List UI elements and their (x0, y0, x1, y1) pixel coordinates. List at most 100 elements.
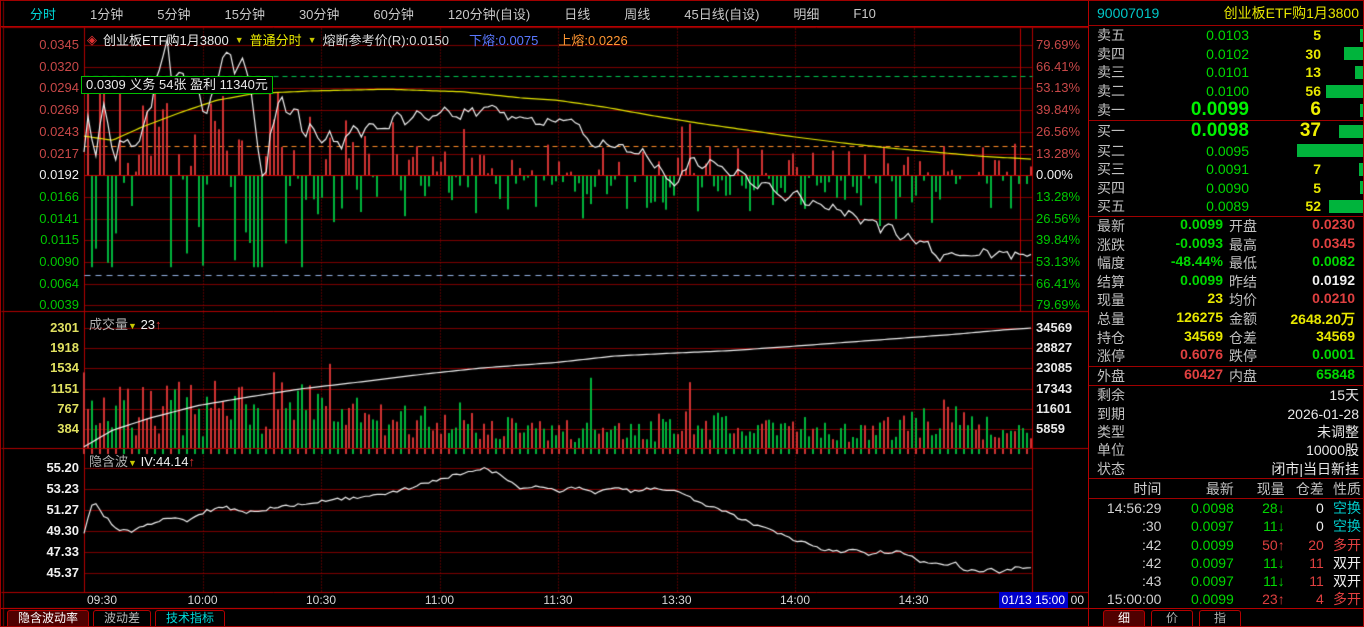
menu-item-1[interactable]: 分时 (13, 4, 73, 23)
symbol-selector[interactable]: 创业板ETF购1月3800 (103, 30, 229, 49)
level-label: 卖一 (1097, 100, 1149, 120)
down-arrow-icon: ↓ (1278, 500, 1285, 516)
stats-value: 0.0230 (1312, 216, 1355, 236)
bid-row[interactable]: 买三0.00917 (1089, 160, 1364, 179)
stats-value: 0.0001 (1312, 346, 1355, 366)
stats-label: 均价 (1229, 290, 1257, 310)
level-label: 买四 (1097, 178, 1149, 198)
stats-row: 现量23均价0.0210 (1089, 291, 1364, 310)
main-left-tick: 0.0217 (1, 148, 79, 160)
bid-row[interactable]: 买一0.009837 (1089, 121, 1364, 141)
main-right-tick: 26.56% (1036, 126, 1080, 138)
indicator-tab-3[interactable]: 技术指标 (155, 610, 225, 627)
main-left-tick: 0.0039 (1, 299, 79, 311)
flow-row: 外盘60427内盘65848 (1089, 367, 1364, 386)
tick-row: 14:56:290.009828↓0空换 (1089, 499, 1364, 517)
ask-row[interactable]: 卖四0.010230 (1089, 45, 1364, 64)
depth-bar (1329, 200, 1364, 213)
main-left-tick: 0.0294 (1, 82, 79, 94)
info-value: 15天 (1329, 385, 1359, 405)
info-value: 10000股 (1306, 440, 1359, 460)
intraday-chart-canvas[interactable] (1, 1, 1088, 627)
tick-volume: 50↑ (1234, 537, 1285, 553)
mode-selector[interactable]: 普通分时 (250, 30, 302, 49)
info-value: 闭市|当日新挂 (1271, 459, 1359, 479)
menu-item-3[interactable]: 5分钟 (140, 4, 207, 23)
flow-label: 内盘 (1229, 366, 1257, 386)
detail-tab-1[interactable]: 细 (1103, 610, 1145, 627)
menu-item-4[interactable]: 15分钟 (207, 4, 281, 23)
main-left-tick: 0.0141 (1, 213, 79, 225)
ask-row[interactable]: 卖一0.00996 (1089, 100, 1364, 120)
tick-price: 0.0099 (1161, 537, 1233, 553)
stats-value: 126275 (1176, 309, 1223, 329)
stats-cell: 最低0.0082 (1229, 253, 1361, 273)
main-left-tick: 0.0243 (1, 126, 79, 138)
menu-item-12[interactable]: F10 (836, 6, 892, 21)
detail-tab-3[interactable]: 指 (1199, 610, 1241, 627)
tick-volume: 28↓ (1234, 500, 1285, 516)
main-right-tick: 0.00% (1036, 169, 1073, 181)
bid-row[interactable]: 买二0.0095100 (1089, 141, 1364, 160)
volume-right-tick: 5859 (1036, 423, 1065, 435)
chart-area: 分时1分钟5分钟15分钟30分钟60分钟120分钟(自设)日线周线45日线(自设… (1, 1, 1088, 627)
stats-label: 总量 (1097, 309, 1125, 329)
main-right-tick: 53.13% (1036, 256, 1080, 268)
volume-right-tick: 34569 (1036, 322, 1072, 334)
info-label: 到期 (1097, 404, 1125, 424)
info-row: 到期2026-01-28 (1089, 404, 1364, 422)
stats-cell: 跌停0.0001 (1229, 346, 1361, 366)
bid-row[interactable]: 买四0.00905 (1089, 179, 1364, 198)
menu-item-11[interactable]: 明细 (776, 4, 836, 23)
chevron-down-icon[interactable]: ▼ (128, 458, 137, 468)
main-right-tick: 26.56% (1036, 213, 1080, 225)
level-price: 0.0101 (1149, 64, 1249, 80)
menu-item-8[interactable]: 日线 (547, 4, 607, 23)
menu-item-6[interactable]: 60分钟 (356, 4, 430, 23)
menu-item-9[interactable]: 周线 (607, 4, 667, 23)
level-quantity: 56 (1249, 83, 1321, 99)
menu-item-2[interactable]: 1分钟 (73, 4, 140, 23)
indicator-tab-2[interactable]: 波动差 (93, 610, 151, 627)
bid-row[interactable]: 买五0.008952 (1089, 197, 1364, 216)
indicator-tab-1[interactable]: 隐含波动率 (7, 610, 89, 627)
tick-price: 0.0098 (1161, 500, 1233, 516)
volume-left-tick: 1918 (1, 342, 79, 354)
depth-bar (1355, 66, 1364, 79)
chevron-down-icon[interactable]: ▼ (235, 35, 244, 45)
detail-tab-2[interactable]: 价 (1151, 610, 1193, 627)
level-label: 买一 (1097, 121, 1149, 141)
menu-item-10[interactable]: 45日线(自设) (667, 4, 776, 23)
ask-row[interactable]: 卖二0.010056 (1089, 82, 1364, 101)
stats-cell: 最新0.0099 (1097, 216, 1229, 236)
main-right-tick: 39.84% (1036, 104, 1080, 116)
stats-label: 金额 (1229, 309, 1257, 329)
tick-volume-value: 11 (1263, 555, 1278, 571)
stats-cell: 仓差34569 (1229, 328, 1361, 348)
ask-row[interactable]: 卖五0.01035 (1089, 26, 1364, 45)
menu-item-5[interactable]: 30分钟 (282, 4, 356, 23)
tick-list: 时间最新现量仓差性质14:56:290.009828↓0空换:300.00971… (1089, 479, 1364, 608)
iv-panel-label[interactable]: 隐含波▼ IV:44.14↑ (89, 451, 195, 470)
indicator-tabs: 隐含波动率波动差技术指标 (1, 608, 1088, 627)
depth-bar (1360, 104, 1364, 117)
iv-left-tick: 49.30 (1, 525, 79, 537)
tick-nature: 多开 (1324, 589, 1364, 609)
time-tick-label: 13:30 (661, 593, 691, 607)
volume-panel-label[interactable]: 成交量▼ 23↑ (89, 314, 162, 333)
stats-cell: 开盘0.0230 (1229, 216, 1361, 236)
up-arrow-icon: ↑ (1278, 591, 1285, 607)
time-tick-label: 10:30 (306, 593, 336, 607)
stats-value: 0.0082 (1312, 253, 1355, 273)
chevron-down-icon[interactable]: ▼ (308, 35, 317, 45)
level-label: 卖四 (1097, 44, 1149, 64)
iv-last-value: IV:44.14 (141, 454, 189, 469)
menu-item-7[interactable]: 120分钟(自设) (431, 4, 547, 23)
info-label: 剩余 (1097, 385, 1125, 405)
ask-row[interactable]: 卖三0.010113 (1089, 63, 1364, 82)
contract-name: 创业板ETF购1月3800 (1224, 3, 1359, 23)
time-axis: 01/13 15:00 00 09:3010:0010:3011:0011:30… (1, 593, 1088, 608)
tick-volume: 11↓ (1234, 573, 1285, 589)
chevron-down-icon[interactable]: ▼ (128, 321, 137, 331)
level-label: 买二 (1097, 141, 1149, 161)
